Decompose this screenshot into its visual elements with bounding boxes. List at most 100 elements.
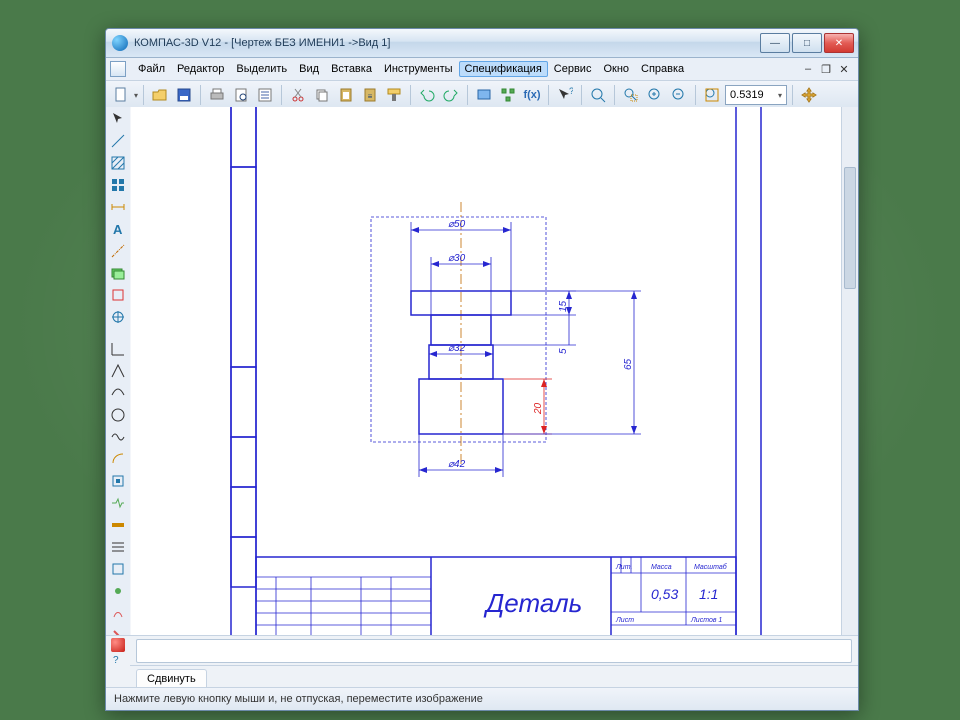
- dim-h20: 20: [533, 402, 544, 415]
- svg-text:Масса: Масса: [651, 564, 672, 571]
- svg-text:Листов 1: Листов 1: [690, 617, 722, 624]
- minimize-button[interactable]: —: [760, 33, 790, 53]
- tool-b-icon[interactable]: [108, 361, 128, 381]
- dim-h65: 65: [623, 358, 634, 370]
- property-input[interactable]: [136, 639, 852, 663]
- tool-line-icon[interactable]: [108, 131, 128, 151]
- tool-grid-icon[interactable]: [108, 175, 128, 195]
- svg-text:A: A: [113, 222, 123, 237]
- tree-icon[interactable]: [497, 84, 519, 106]
- svg-text:Лит.: Лит.: [615, 564, 632, 571]
- format-painter-icon[interactable]: [383, 84, 405, 106]
- dim-d32: ⌀32: [448, 343, 466, 354]
- tool-i-icon[interactable]: [108, 515, 128, 535]
- menu-editor[interactable]: Редактор: [171, 61, 230, 77]
- save-icon[interactable]: [173, 84, 195, 106]
- property-bar: ?: [106, 635, 858, 666]
- tool-hatch-icon[interactable]: [108, 153, 128, 173]
- copy-icon[interactable]: [311, 84, 333, 106]
- menu-help[interactable]: Справка: [635, 61, 690, 77]
- redo-icon[interactable]: [440, 84, 462, 106]
- tab-move[interactable]: Сдвинуть: [136, 669, 207, 688]
- close-button[interactable]: ✕: [824, 33, 854, 53]
- tool-h-icon[interactable]: [108, 493, 128, 513]
- tool-snap-icon[interactable]: [108, 285, 128, 305]
- dim-h15: 15: [558, 300, 569, 312]
- menu-select[interactable]: Выделить: [230, 61, 293, 77]
- tool-c-icon[interactable]: [108, 383, 128, 403]
- menu-insert[interactable]: Вставка: [325, 61, 378, 77]
- zoom-fit-icon[interactable]: [701, 84, 723, 106]
- tool-l-icon[interactable]: [108, 581, 128, 601]
- open-icon[interactable]: [149, 84, 171, 106]
- paste-special-icon[interactable]: ≡: [359, 84, 381, 106]
- property-tabs: Сдвинуть: [130, 665, 858, 688]
- main-toolbar: ▾ ≡ f(x) ?: [106, 81, 858, 110]
- cut-icon[interactable]: [287, 84, 309, 106]
- status-text: Нажмите левую кнопку мыши и, не отпуская…: [114, 693, 483, 705]
- undo-icon[interactable]: [416, 84, 438, 106]
- tool-k-icon[interactable]: [108, 559, 128, 579]
- dim-h5: 5: [558, 348, 569, 354]
- left-toolbar: A: [106, 107, 131, 666]
- tool-m-icon[interactable]: [108, 603, 128, 623]
- properties-icon[interactable]: [254, 84, 276, 106]
- paste-icon[interactable]: [335, 84, 357, 106]
- title-bar[interactable]: КОМПАС-3D V12 - [Чертеж БЕЗ ИМЕНИ1 ->Вид…: [106, 29, 858, 58]
- menu-specification[interactable]: Спецификация: [459, 61, 548, 77]
- tool-axis-icon[interactable]: [108, 241, 128, 261]
- whatsthis-icon[interactable]: ?: [554, 84, 576, 106]
- tool-layers-icon[interactable]: [108, 263, 128, 283]
- mdi-close-icon[interactable]: ✕: [838, 63, 850, 75]
- variables-icon[interactable]: f(x): [521, 84, 543, 106]
- menu-window[interactable]: Окно: [597, 61, 635, 77]
- svg-text:?: ?: [569, 87, 573, 96]
- tool-dimension-icon[interactable]: [108, 197, 128, 217]
- svg-text:Лист: Лист: [615, 617, 634, 624]
- tool-f-icon[interactable]: [108, 449, 128, 469]
- svg-text:≡: ≡: [368, 92, 373, 101]
- menu-bar: Файл Редактор Выделить Вид Вставка Инстр…: [106, 58, 858, 81]
- pan-icon[interactable]: [798, 84, 820, 106]
- help-icon[interactable]: ?: [111, 654, 125, 664]
- maximize-button[interactable]: □: [792, 33, 822, 53]
- status-bar: Нажмите левую кнопку мыши и, не отпуская…: [106, 687, 858, 710]
- tool-d-icon[interactable]: [108, 405, 128, 425]
- zoom-out-icon[interactable]: [668, 84, 690, 106]
- tool-origin-icon[interactable]: [108, 307, 128, 327]
- svg-text:Масштаб: Масштаб: [694, 563, 728, 571]
- dim-d30: ⌀30: [448, 253, 466, 264]
- menu-view[interactable]: Вид: [293, 61, 325, 77]
- dim-d50: ⌀50: [448, 219, 466, 230]
- menu-tools[interactable]: Инструменты: [378, 61, 459, 77]
- tool-select-icon[interactable]: [108, 109, 128, 129]
- drawing-canvas[interactable]: 20 ⌀50 ⌀30: [131, 107, 858, 666]
- tool-a-icon[interactable]: [108, 339, 128, 359]
- svg-text:1:1: 1:1: [699, 586, 718, 602]
- print-icon[interactable]: [206, 84, 228, 106]
- print-preview-icon[interactable]: [230, 84, 252, 106]
- app-icon: [112, 35, 128, 51]
- zoom-window-icon[interactable]: [620, 84, 642, 106]
- tool-text-icon[interactable]: A: [108, 219, 128, 239]
- zoom-in-icon[interactable]: [644, 84, 666, 106]
- titleblock-name: Деталь: [483, 588, 582, 618]
- dim-d42: ⌀42: [448, 459, 466, 470]
- tool-g-icon[interactable]: [108, 471, 128, 491]
- zoom-value-field[interactable]: 0.5319▾: [725, 85, 787, 105]
- tool-j-icon[interactable]: [108, 537, 128, 557]
- mdi-restore-icon[interactable]: ❐: [820, 63, 832, 75]
- svg-text:?: ?: [113, 655, 119, 664]
- tool-e-icon[interactable]: [108, 427, 128, 447]
- stop-command-icon[interactable]: [111, 638, 125, 652]
- refresh-screen-icon[interactable]: [473, 84, 495, 106]
- document-icon: [110, 61, 126, 77]
- vertical-scrollbar[interactable]: [841, 107, 858, 650]
- menu-service[interactable]: Сервис: [548, 61, 598, 77]
- zoom-scale-icon[interactable]: [587, 84, 609, 106]
- new-doc-icon[interactable]: [110, 84, 132, 106]
- app-window: КОМПАС-3D V12 - [Чертеж БЕЗ ИМЕНИ1 ->Вид…: [105, 28, 859, 711]
- menu-file[interactable]: Файл: [132, 61, 171, 77]
- mdi-minimize-icon[interactable]: –: [802, 63, 814, 75]
- window-title: КОМПАС-3D V12 - [Чертеж БЕЗ ИМЕНИ1 ->Вид…: [134, 37, 760, 49]
